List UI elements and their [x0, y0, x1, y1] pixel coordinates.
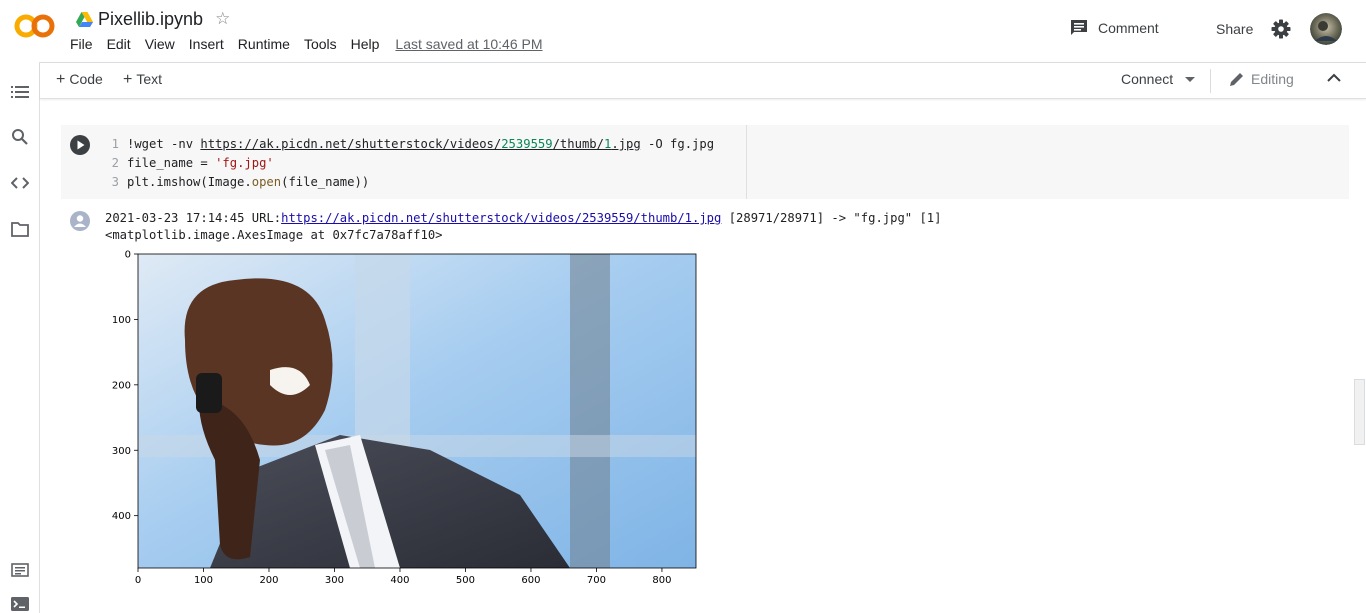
code-text: !wget -nv — [127, 137, 201, 151]
plus-icon: + — [56, 71, 66, 88]
code-url: https://ak.picdn.net/shutterstock/videos… — [200, 137, 502, 151]
ruler-line — [746, 125, 747, 199]
add-text-button[interactable]: + Text — [123, 71, 162, 89]
add-text-label: Text — [136, 71, 163, 87]
x-axis: 0 100 200 300 400 500 600 700 800 — [135, 568, 671, 586]
code-url: .jpg — [611, 137, 641, 151]
x-tick-label: 300 — [325, 575, 344, 586]
menu-view[interactable]: View — [145, 36, 175, 52]
x-tick-label: 700 — [587, 575, 606, 586]
editing-label: Editing — [1251, 71, 1294, 87]
editing-mode-button[interactable]: Editing — [1229, 71, 1294, 87]
command-palette-icon[interactable] — [11, 563, 29, 577]
code-text: file_name = — [127, 156, 216, 170]
chevron-down-icon[interactable] — [1185, 77, 1195, 82]
title-row: Pixellib.ipynb ☆ — [76, 7, 230, 31]
code-text: plt.imshow(Image. — [127, 175, 252, 189]
y-tick-label: 400 — [112, 511, 131, 522]
last-saved-link[interactable]: Last saved at 10:46 PM — [395, 36, 542, 52]
imshow-plot: 0 100 200 300 400 500 600 700 800 0 100 200 300 400 — [112, 250, 697, 586]
y-axis: 0 100 200 300 400 — [112, 250, 138, 522]
folder-icon[interactable] — [11, 222, 29, 237]
output-line-1: 2021-03-23 17:14:45 URL:https://ak.picdn… — [105, 210, 941, 227]
output-line-2: <matplotlib.image.AxesImage at 0x7fc7a78… — [105, 228, 443, 242]
code-snippets-icon[interactable] — [11, 176, 29, 190]
comment-button[interactable]: Comment — [1070, 19, 1159, 37]
add-code-button[interactable]: + Code — [56, 71, 103, 89]
code-line-3: 3 plt.imshow(Image.open(file_name)) — [61, 173, 714, 192]
notebook-title[interactable]: Pixellib.ipynb — [98, 9, 203, 30]
line-number: 2 — [111, 156, 119, 170]
x-tick-label: 400 — [390, 575, 409, 586]
drive-icon[interactable] — [76, 11, 93, 27]
pencil-icon — [1230, 73, 1243, 86]
star-icon[interactable]: ☆ — [215, 9, 230, 29]
code-function: open — [251, 175, 282, 189]
terminal-icon[interactable] — [11, 597, 29, 611]
output-text: [28971/28971] -> "fg.jpg" [1] — [721, 211, 942, 225]
menu-insert[interactable]: Insert — [189, 36, 224, 52]
comment-icon — [1071, 20, 1087, 35]
menu-bar: File Edit View Insert Runtime Tools Help… — [70, 36, 557, 52]
code-string: 'fg.jpg' — [215, 156, 274, 170]
menu-help[interactable]: Help — [351, 36, 380, 52]
gear-icon[interactable] — [1270, 18, 1292, 40]
y-tick-label: 200 — [112, 380, 131, 391]
code-number: 2539559 — [501, 137, 553, 151]
avatar[interactable] — [1310, 13, 1342, 45]
output-text: 2021-03-23 17:14:45 URL: — [105, 211, 282, 225]
connect-button[interactable]: Connect — [1121, 71, 1173, 87]
menu-file[interactable]: File — [70, 36, 93, 52]
x-tick-label: 0 — [135, 575, 141, 586]
y-tick-label: 100 — [112, 315, 131, 326]
x-tick-label: 200 — [259, 575, 278, 586]
left-sidebar — [0, 62, 40, 613]
x-tick-label: 800 — [652, 575, 671, 586]
output-menu-icon[interactable] — [70, 211, 90, 231]
line-number: 1 — [111, 137, 119, 151]
header: Pixellib.ipynb ☆ File Edit View Insert R… — [0, 0, 1366, 62]
y-tick-label: 0 — [125, 250, 131, 261]
comment-label: Comment — [1098, 20, 1159, 36]
code-text: (file_name)) — [281, 175, 370, 189]
chevron-up-icon[interactable] — [1327, 73, 1341, 83]
menu-runtime[interactable]: Runtime — [238, 36, 290, 52]
x-tick-label: 500 — [456, 575, 475, 586]
menu-tools[interactable]: Tools — [304, 36, 337, 52]
share-button[interactable]: Share — [1216, 21, 1253, 37]
add-code-label: Code — [69, 71, 103, 87]
scrollbar-thumb[interactable] — [1354, 379, 1365, 445]
cell-output: 2021-03-23 17:14:45 URL:https://ak.picdn… — [105, 210, 941, 244]
line-number: 3 — [111, 175, 119, 189]
x-tick-label: 600 — [521, 575, 540, 586]
toolbar-divider — [1210, 69, 1211, 93]
code-cell[interactable]: 1 !wget -nv https://ak.picdn.net/shutters… — [61, 125, 1349, 199]
menu-edit[interactable]: Edit — [107, 36, 131, 52]
code-line-1: 1 !wget -nv https://ak.picdn.net/shutters… — [61, 135, 714, 154]
colab-logo[interactable] — [14, 12, 56, 40]
plus-icon: + — [123, 71, 133, 88]
x-tick-label: 100 — [194, 575, 213, 586]
y-tick-label: 300 — [112, 446, 131, 457]
search-icon[interactable] — [11, 128, 29, 146]
output-link[interactable]: https://ak.picdn.net/shutterstock/videos… — [281, 211, 721, 225]
code-line-2: 2 file_name = 'fg.jpg' — [61, 154, 714, 173]
photo-image — [138, 254, 696, 568]
code-editor[interactable]: 1 !wget -nv https://ak.picdn.net/shutters… — [61, 135, 714, 192]
toc-icon[interactable] — [11, 84, 29, 100]
notebook-toolbar: + Code + Text Connect Editing — [40, 62, 1366, 99]
code-text: -O fg.jpg — [640, 137, 715, 151]
code-url: /thumb/ — [552, 137, 604, 151]
